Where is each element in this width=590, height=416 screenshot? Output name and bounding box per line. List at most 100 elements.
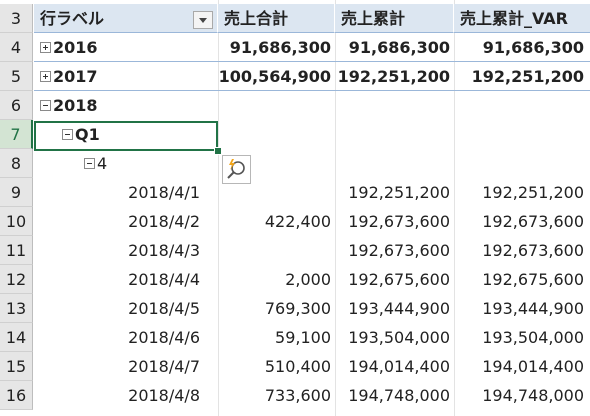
row-header[interactable]: 8 bbox=[0, 149, 33, 178]
cell-text: 769,300 bbox=[264, 299, 331, 318]
row-header[interactable]: 12 bbox=[0, 265, 33, 294]
cell-text: 194,014,400 bbox=[348, 357, 450, 376]
cell-d[interactable]: 91,686,300 bbox=[454, 33, 590, 62]
cell-text: 2016 bbox=[53, 38, 98, 57]
cell-c[interactable]: 193,444,900 bbox=[335, 294, 454, 323]
cell-b[interactable]: 510,400 bbox=[218, 352, 335, 381]
cell-a[interactable]: 2018/4/2 bbox=[34, 207, 218, 236]
row-header[interactable]: 11 bbox=[0, 236, 33, 265]
cell-a[interactable]: Q1 bbox=[34, 120, 218, 149]
cell-c[interactable]: 194,748,000 bbox=[335, 381, 454, 410]
cell-c[interactable]: 192,673,600 bbox=[335, 207, 454, 236]
cell-d[interactable] bbox=[454, 120, 590, 149]
row-header[interactable]: 16 bbox=[0, 381, 33, 410]
row-header[interactable]: 7 bbox=[0, 120, 33, 149]
cell-d[interactable]: 193,444,900 bbox=[454, 294, 590, 323]
table-row: 13 2018/4/5 769,300 193,444,900 193,444,900 bbox=[0, 294, 590, 323]
table-row: 10 2018/4/2 422,400 192,673,600 192,673,600 bbox=[0, 207, 590, 236]
row-header[interactable]: 15 bbox=[0, 352, 33, 381]
cell-b[interactable]: 91,686,300 bbox=[218, 33, 335, 62]
cell-c[interactable]: 192,673,600 bbox=[335, 236, 454, 265]
cell-c[interactable]: 192,251,200 bbox=[335, 178, 454, 207]
cell-text: 193,504,000 bbox=[482, 328, 584, 347]
cell-d[interactable]: 192,675,600 bbox=[454, 265, 590, 294]
cell-d[interactable]: 194,748,000 bbox=[454, 381, 590, 410]
cell-d[interactable] bbox=[454, 149, 590, 178]
quick-analysis-icon[interactable] bbox=[222, 155, 251, 184]
cell-b[interactable]: 2,000 bbox=[218, 265, 335, 294]
expand-icon[interactable] bbox=[40, 70, 51, 82]
cell-c[interactable]: 売上累計 bbox=[335, 4, 454, 33]
cell-b[interactable]: 100,564,900 bbox=[218, 62, 335, 91]
cell-b[interactable]: 422,400 bbox=[218, 207, 335, 236]
filter-dropdown-icon[interactable] bbox=[193, 11, 213, 29]
cell-d[interactable] bbox=[454, 91, 590, 120]
cell-c[interactable] bbox=[335, 120, 454, 149]
cell-a[interactable]: 2018/4/7 bbox=[34, 352, 218, 381]
cell-d[interactable]: 194,014,400 bbox=[454, 352, 590, 381]
cell-b[interactable]: 59,100 bbox=[218, 323, 335, 352]
cell-a[interactable]: 2018/4/3 bbox=[34, 236, 218, 265]
cell-a[interactable]: 4 bbox=[34, 149, 218, 178]
cell-c[interactable]: 193,504,000 bbox=[335, 323, 454, 352]
cell-c[interactable] bbox=[335, 91, 454, 120]
cell-a[interactable]: 2016 bbox=[34, 33, 218, 62]
cell-b[interactable] bbox=[218, 236, 335, 265]
row-header[interactable]: 6 bbox=[0, 91, 33, 120]
cell-a[interactable]: 2018/4/8 bbox=[34, 381, 218, 410]
cell-text: 422,400 bbox=[264, 212, 331, 231]
cell-c[interactable]: 192,675,600 bbox=[335, 265, 454, 294]
cell-text: 2018/4/2 bbox=[128, 212, 200, 231]
cell-b[interactable]: 769,300 bbox=[218, 294, 335, 323]
cell-b[interactable]: 733,600 bbox=[218, 381, 335, 410]
cell-text: 売上累計 bbox=[341, 9, 406, 28]
cell-d[interactable]: 192,251,200 bbox=[454, 178, 590, 207]
table-row: 6 2018 bbox=[0, 91, 590, 120]
cell-d[interactable]: 192,673,600 bbox=[454, 207, 590, 236]
cell-b[interactable] bbox=[218, 91, 335, 120]
row-header[interactable]: 5 bbox=[0, 62, 33, 91]
collapse-icon[interactable] bbox=[84, 157, 95, 169]
row-header[interactable]: 14 bbox=[0, 323, 33, 352]
cell-c[interactable] bbox=[335, 149, 454, 178]
cell-c[interactable]: 91,686,300 bbox=[335, 33, 454, 62]
cell-a[interactable]: 行ラベル bbox=[34, 4, 218, 33]
cell-b[interactable]: 売上合計 bbox=[218, 4, 335, 33]
cell-a[interactable]: 2018/4/5 bbox=[34, 294, 218, 323]
cell-a[interactable]: 2018/4/1 bbox=[34, 178, 218, 207]
row-header[interactable]: 13 bbox=[0, 294, 33, 323]
expand-icon[interactable] bbox=[40, 41, 51, 53]
cell-text: 192,251,200 bbox=[348, 183, 450, 202]
cell-text: 2018/4/5 bbox=[128, 299, 200, 318]
cell-text: 192,675,600 bbox=[482, 270, 584, 289]
fill-handle[interactable] bbox=[214, 147, 222, 155]
cell-a[interactable]: 2018/4/4 bbox=[34, 265, 218, 294]
cell-a[interactable]: 2018/4/6 bbox=[34, 323, 218, 352]
row-header[interactable]: 4 bbox=[0, 33, 33, 62]
cell-text: Q1 bbox=[75, 125, 100, 144]
cell-text: 194,748,000 bbox=[348, 386, 450, 405]
row-header[interactable]: 3 bbox=[0, 4, 33, 33]
cell-text: 192,673,600 bbox=[482, 241, 584, 260]
table-row: 11 2018/4/3 192,673,600 192,673,600 bbox=[0, 236, 590, 265]
cell-d[interactable]: 売上累計_VAR bbox=[454, 4, 590, 33]
cell-text: 59,100 bbox=[275, 328, 331, 347]
cell-text: 2018/4/8 bbox=[128, 386, 200, 405]
cell-a[interactable]: 2017 bbox=[34, 62, 218, 91]
table-row: 12 2018/4/4 2,000 192,675,600 192,675,600 bbox=[0, 265, 590, 294]
cell-d[interactable]: 192,251,200 bbox=[454, 62, 590, 91]
cell-d[interactable]: 193,504,000 bbox=[454, 323, 590, 352]
cell-c[interactable]: 194,014,400 bbox=[335, 352, 454, 381]
cell-a[interactable]: 2018 bbox=[34, 91, 218, 120]
cell-c[interactable]: 192,251,200 bbox=[335, 62, 454, 91]
table-row: 84 bbox=[0, 149, 590, 178]
cell-text: 192,251,200 bbox=[482, 183, 584, 202]
collapse-icon[interactable] bbox=[62, 128, 73, 140]
table-row: 14 2018/4/6 59,100 193,504,000 193,504,000 bbox=[0, 323, 590, 352]
cell-b[interactable] bbox=[218, 120, 335, 149]
cell-d[interactable]: 192,673,600 bbox=[454, 236, 590, 265]
cell-text: 売上合計 bbox=[224, 9, 289, 28]
row-header[interactable]: 9 bbox=[0, 178, 33, 207]
row-header[interactable]: 10 bbox=[0, 207, 33, 236]
collapse-icon[interactable] bbox=[40, 99, 51, 111]
